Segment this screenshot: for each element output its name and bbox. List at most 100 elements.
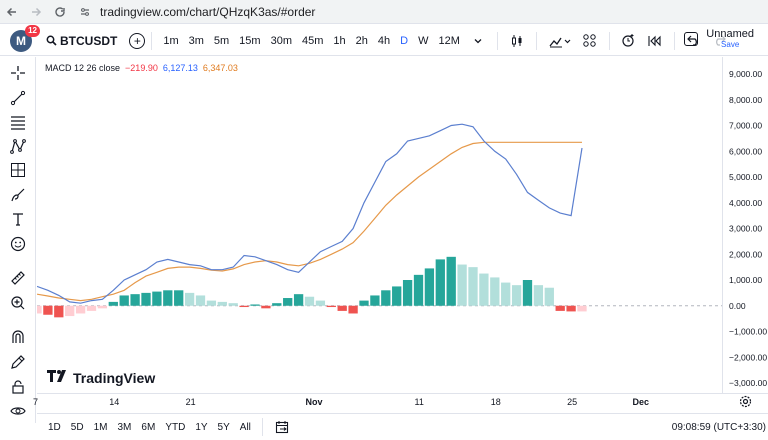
histogram-bar [337, 305, 347, 311]
ruler-icon[interactable] [8, 268, 28, 288]
zoom-in-icon[interactable] [8, 293, 28, 313]
price-tick-label: 5,000.00 [729, 172, 762, 182]
histogram-bar [32, 305, 42, 314]
clock-timezone[interactable]: 09:08:59 (UTC+3:30) [672, 422, 766, 433]
layout-save-button[interactable]: Unnamed Save [684, 28, 754, 49]
crosshair-icon[interactable] [8, 63, 28, 83]
site-info-icon[interactable] [76, 3, 94, 21]
interval-12m[interactable]: 12M [433, 35, 464, 47]
histogram-bar [468, 267, 478, 306]
user-avatar[interactable]: M 12 [10, 24, 40, 52]
histogram-bar [43, 305, 53, 315]
avatar-letter: M [16, 33, 26, 48]
alert-icon[interactable] [618, 30, 640, 52]
histogram-bar [326, 305, 336, 308]
legend-macd-value: 6,127.13 [162, 63, 198, 73]
range-6m[interactable]: 6M [136, 422, 160, 433]
search-icon [46, 35, 57, 46]
interval-15m[interactable]: 15m [234, 35, 265, 47]
emoji-icon[interactable] [8, 234, 28, 254]
brush-icon[interactable] [8, 185, 28, 205]
interval-list: 1m 3m 5m 15m 30m 45m 1h 2h 4h D W 12M [158, 35, 465, 47]
lock-drawing-pencil-icon[interactable] [8, 352, 28, 372]
histogram-bar [261, 305, 271, 309]
lock-icon[interactable] [8, 377, 28, 397]
templates-grid-icon[interactable] [579, 30, 601, 52]
drawing-toolbar [0, 57, 36, 423]
histogram-bar [315, 300, 326, 306]
interval-5m[interactable]: 5m [209, 35, 234, 47]
histogram-bar [370, 295, 380, 306]
histogram-bar [566, 305, 576, 312]
interval-d[interactable]: D [395, 35, 413, 47]
forecasting-icon[interactable] [8, 160, 28, 180]
fib-retracement-icon[interactable] [8, 112, 28, 132]
histogram-bar [544, 287, 554, 306]
range-3m[interactable]: 3M [113, 422, 137, 433]
symbol-search-button[interactable]: BTCUSDT [46, 34, 117, 48]
replay-icon[interactable] [644, 30, 666, 52]
time-tick-label: 18 [490, 397, 501, 407]
toolbar-divider [673, 31, 675, 50]
candles-chart-type-icon[interactable] [506, 30, 528, 52]
time-tick-label: 25 [567, 397, 578, 407]
range-5y[interactable]: 5Y [213, 422, 235, 433]
tradingview-watermark[interactable]: TradingView [47, 369, 155, 386]
histogram-bar [293, 294, 304, 306]
legend-indicator-name[interactable]: MACD 12 26 close [45, 63, 120, 73]
indicators-icon[interactable] [545, 30, 575, 52]
text-icon[interactable] [8, 209, 28, 229]
date-range-list: 1D 5D 1M 3M 6M YTD 1Y 5Y All [43, 422, 256, 433]
notification-badge: 12 [25, 24, 40, 37]
browser-bar: tradingview.com/chart/QHzqK3as/#order [0, 0, 768, 24]
settings-gear-icon[interactable] [739, 395, 752, 410]
price-tick-label: −1,000.00 [729, 327, 767, 337]
eye-icon[interactable] [8, 401, 28, 421]
url-text[interactable]: tradingview.com/chart/QHzqK3as/#order [100, 5, 315, 19]
chart-pane[interactable]: MACD 12 26 close −219.90 6,127.13 6,347.… [32, 57, 722, 393]
range-ytd[interactable]: YTD [160, 422, 190, 433]
histogram-bar [392, 286, 402, 306]
price-tick-label: 6,000.00 [729, 146, 762, 156]
macd-line [36, 123, 583, 304]
price-scale[interactable]: 9,000.00 8,000.00 7,000.00 6,000.00 5,000.00… [722, 57, 768, 393]
forward-arrow-icon[interactable] [24, 0, 48, 24]
interval-1h[interactable]: 1h [328, 35, 350, 47]
interval-3m[interactable]: 3m [184, 35, 209, 47]
interval-4h[interactable]: 4h [373, 35, 395, 47]
histogram-bar [457, 264, 467, 306]
range-all[interactable]: All [235, 422, 256, 433]
interval-2h[interactable]: 2h [351, 35, 373, 47]
price-tick-label: 9,000.00 [729, 69, 762, 79]
pattern-icon[interactable] [8, 136, 28, 156]
time-axis[interactable]: 7 14 21 Nov 11 18 25 Dec [33, 393, 768, 411]
histogram-bar [511, 285, 522, 306]
histogram-bar [424, 268, 435, 306]
price-tick-label: −3,000.00 [729, 378, 767, 388]
address-bar[interactable]: tradingview.com/chart/QHzqK3as/#order [76, 2, 315, 22]
magnet-icon[interactable] [8, 327, 28, 347]
go-to-date-calendar-icon[interactable] [271, 416, 293, 438]
signal-line [36, 141, 582, 302]
back-arrow-icon[interactable] [0, 0, 24, 24]
range-1d[interactable]: 1D [43, 422, 66, 433]
reload-icon[interactable] [48, 0, 72, 24]
histogram-bar [97, 305, 108, 309]
range-1y[interactable]: 1Y [190, 422, 212, 433]
compare-symbol-button[interactable]: + [129, 32, 146, 49]
interval-dropdown-chevron-icon[interactable] [467, 30, 489, 52]
interval-1m[interactable]: 1m [158, 35, 183, 47]
toolbar-divider [535, 31, 537, 50]
histogram-bar [250, 304, 260, 306]
range-5d[interactable]: 5D [66, 422, 89, 433]
interval-30m[interactable]: 30m [266, 35, 297, 47]
price-tick-label: 8,000.00 [729, 95, 762, 105]
price-tick-label: 4,000.00 [729, 198, 762, 208]
price-tick-label: 2,000.00 [729, 249, 762, 259]
histogram-bar [413, 274, 424, 306]
interval-w[interactable]: W [413, 35, 433, 47]
range-1m[interactable]: 1M [89, 422, 113, 433]
interval-45m[interactable]: 45m [297, 35, 328, 47]
price-tick-label: 0.00 [729, 301, 746, 311]
trend-line-icon[interactable] [8, 88, 28, 108]
